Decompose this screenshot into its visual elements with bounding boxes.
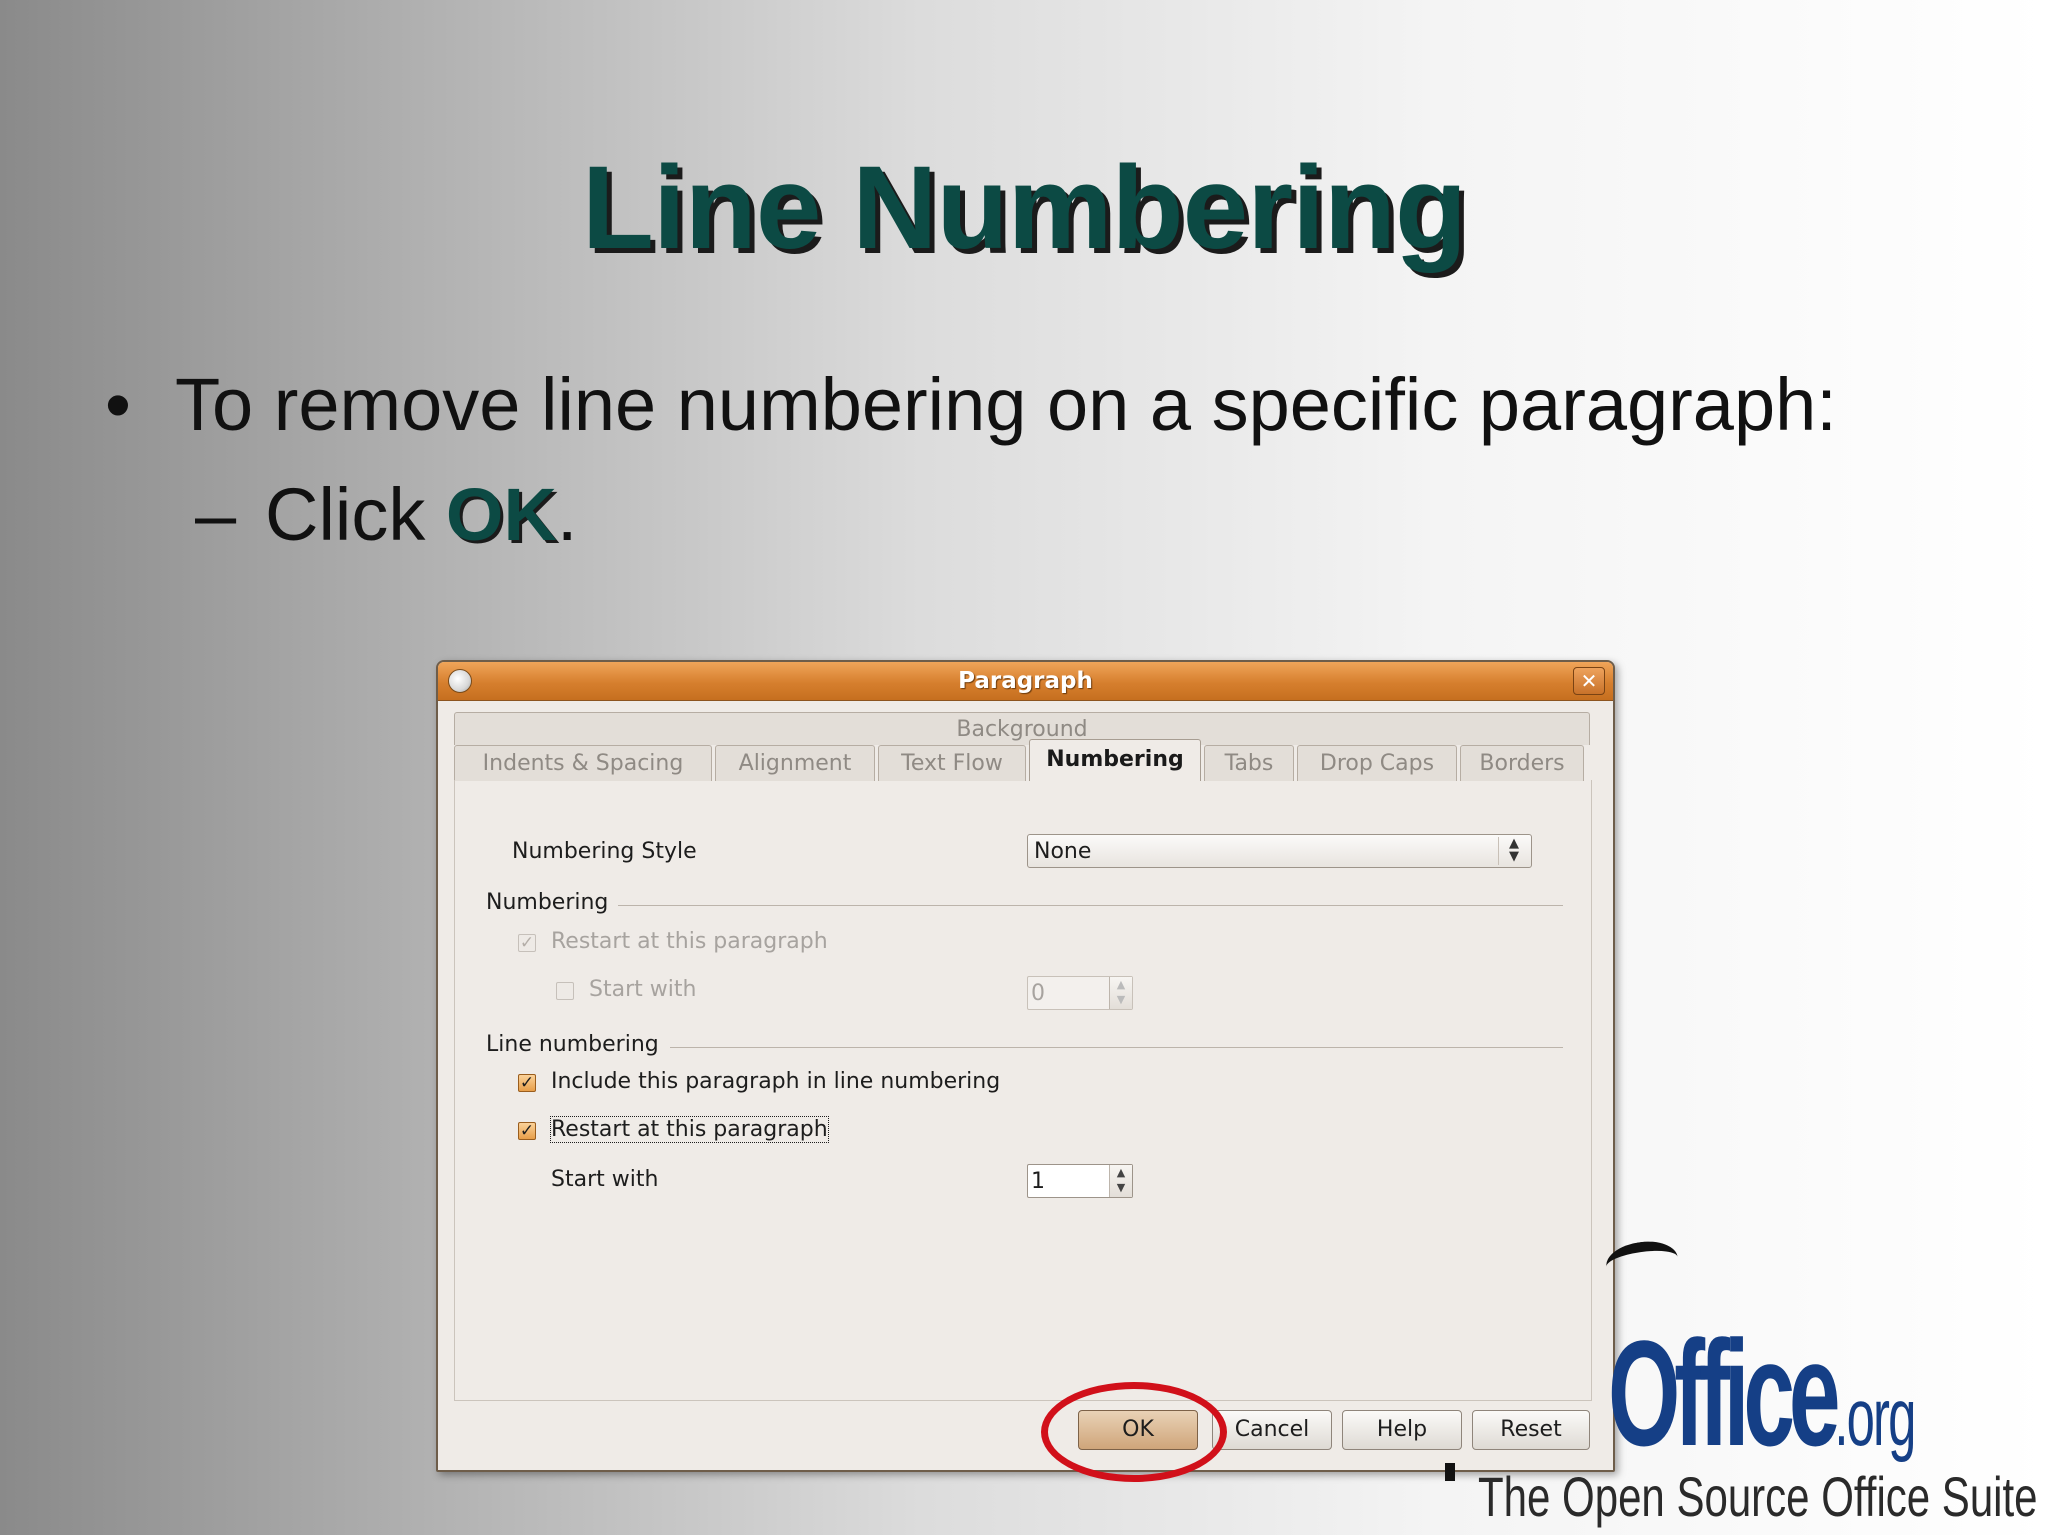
start-with-spinner[interactable]: 1 ▲ ▼ xyxy=(1027,1164,1133,1198)
tab-text-flow[interactable]: Text Flow xyxy=(878,745,1026,781)
bullet-point: • To remove line numbering on a specific … xyxy=(105,362,1837,447)
slide-title: Line Numbering xyxy=(581,142,1467,274)
close-button[interactable]: ✕ xyxy=(1573,667,1605,695)
tab-background[interactable]: Background xyxy=(454,712,1590,745)
tab-alignment[interactable]: Alignment xyxy=(715,745,875,781)
restart-numbering-checkbox[interactable]: ✓ xyxy=(518,934,536,952)
cancel-button[interactable]: Cancel xyxy=(1212,1410,1332,1450)
section-divider xyxy=(670,1047,1563,1048)
numbering-style-label: Numbering Style xyxy=(512,839,697,864)
section-divider xyxy=(618,905,1563,906)
tab-bar: Background Indents & Spacing Alignment T… xyxy=(454,712,1590,781)
tab-drop-caps[interactable]: Drop Caps xyxy=(1297,745,1457,781)
tab-row: Indents & Spacing Alignment Text Flow Nu… xyxy=(454,739,1590,781)
dialog-title: Paragraph xyxy=(958,668,1093,694)
include-paragraph-checkbox[interactable]: ✓ xyxy=(518,1074,536,1092)
sub-bullet-point: – Click OK. xyxy=(195,472,577,557)
logo-main-text: Office xyxy=(1608,1309,1841,1477)
sub-bullet-suffix: . xyxy=(556,473,578,556)
spin-arrows-icon[interactable]: ▲ ▼ xyxy=(1109,1165,1132,1197)
include-paragraph-label: Include this paragraph in line numbering xyxy=(551,1069,1001,1094)
logo-gull-icon xyxy=(1603,1237,1681,1287)
logo-suffix: .org xyxy=(1834,1372,1916,1463)
tab-tabs[interactable]: Tabs xyxy=(1204,745,1294,781)
logo-mark xyxy=(1445,1463,1455,1481)
start-with-value-disabled: 0 xyxy=(1031,981,1045,1006)
bullet-mark: • xyxy=(105,363,131,446)
highlight-circle xyxy=(1041,1382,1227,1482)
restart-line-numbering-checkbox[interactable]: ✓ xyxy=(518,1122,536,1140)
numbering-style-select[interactable]: None ▲ ▼ xyxy=(1027,834,1532,868)
start-with-spinner-disabled[interactable]: 0 ▲ ▼ xyxy=(1027,976,1133,1010)
start-with-value: 1 xyxy=(1031,1169,1045,1194)
restart-line-numbering-label: Restart at this paragraph xyxy=(550,1116,829,1143)
tab-numbering[interactable]: Numbering xyxy=(1029,739,1201,781)
bullet-text: To remove line numbering on a specific p… xyxy=(175,363,1837,446)
spin-arrows-icon[interactable]: ▲ ▼ xyxy=(1109,977,1132,1009)
line-numbering-section-heading: Line numbering xyxy=(486,1032,659,1057)
help-button[interactable]: Help xyxy=(1342,1410,1462,1450)
dialog-titlebar[interactable]: Paragraph ✕ xyxy=(438,662,1613,701)
start-with-label-disabled: Start with xyxy=(589,977,697,1002)
start-with-checkbox-disabled[interactable] xyxy=(556,982,574,1000)
paragraph-dialog: Paragraph ✕ Background Indents & Spacing… xyxy=(436,660,1615,1472)
tab-borders[interactable]: Borders xyxy=(1460,745,1584,781)
logo-tagline: The Open Source Office Suite xyxy=(1478,1465,2038,1528)
sub-bullet-prefix: Click xyxy=(265,473,446,556)
updown-arrow-icon: ▲ ▼ xyxy=(1498,837,1523,865)
numbering-style-value: None xyxy=(1034,839,1092,864)
sub-bullet-mark: – xyxy=(195,473,237,556)
sub-bullet-ok: OK xyxy=(445,473,557,556)
reset-button[interactable]: Reset xyxy=(1472,1410,1590,1450)
start-with-label: Start with xyxy=(551,1167,659,1192)
openoffice-logo: Office.org xyxy=(1608,1318,1916,1468)
numbering-section-heading: Numbering xyxy=(486,890,609,915)
tab-indents-spacing[interactable]: Indents & Spacing xyxy=(454,745,712,781)
restart-numbering-label: Restart at this paragraph xyxy=(551,929,828,954)
